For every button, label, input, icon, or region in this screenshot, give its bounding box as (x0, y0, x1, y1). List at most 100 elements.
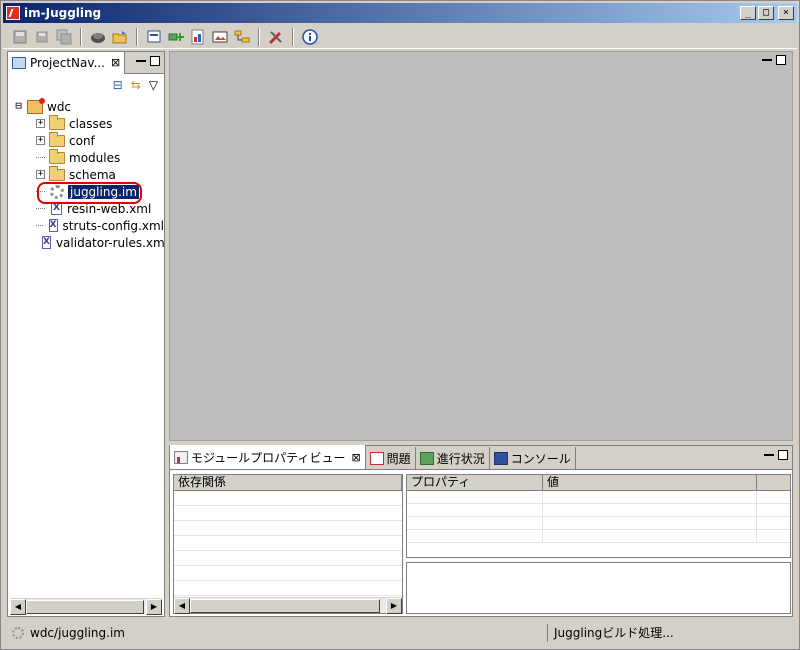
expand-toggle[interactable]: + (36, 136, 45, 145)
tab-progress[interactable]: 進行状況 (416, 447, 490, 469)
tree-item-classes[interactable]: + classes (8, 114, 164, 132)
add-module-icon[interactable] (167, 28, 185, 46)
collapse-toggle[interactable]: ⊟ (14, 100, 23, 111)
expand-toggle[interactable]: + (36, 119, 45, 128)
expand-toggle[interactable]: + (36, 170, 45, 179)
app-logo-icon (6, 6, 20, 20)
link-editor-icon[interactable]: ⇆ (131, 78, 141, 92)
panel-window-controls (136, 56, 160, 66)
view-tab-bar: モジュールプロパティビュー ⊠ 問題 進行状況 コンソール (170, 445, 792, 470)
problems-icon (369, 451, 384, 465)
column-header-value[interactable]: 値 (543, 475, 757, 490)
collapse-all-icon[interactable]: ⊟ (113, 78, 123, 92)
minimize-view-button[interactable] (764, 450, 774, 456)
scroll-left-button[interactable]: ◀ (174, 597, 190, 614)
title-bar[interactable]: im-Juggling _ □ × (3, 3, 797, 23)
table-header: プロパティ 値 (407, 475, 790, 491)
folder-icon (49, 165, 65, 181)
table-row (174, 536, 402, 551)
dependency-table[interactable]: 依存関係 ◀ ▶ (173, 474, 403, 614)
navigator-icon (12, 56, 26, 69)
navigator-toolbar: ⊟ ⇆ ▽ (8, 74, 164, 96)
close-tab-icon[interactable]: ⊠ (111, 56, 120, 69)
project-tree: ⊟ wdc + classes + conf modules + schema … (8, 96, 164, 251)
minimize-editor-button[interactable] (762, 55, 772, 61)
minimize-panel-button[interactable] (136, 56, 146, 62)
tree-item-schema[interactable]: + schema (8, 165, 164, 183)
server-icon[interactable] (89, 28, 107, 46)
save-as-icon[interactable] (33, 28, 51, 46)
tab-project-navigator[interactable]: ProjectNav... ⊠ (8, 51, 126, 74)
maximize-editor-button[interactable] (776, 55, 786, 65)
column-header-dependency[interactable]: 依存関係 (174, 475, 402, 490)
tree-item-resin-web-xml[interactable]: X resin-web.xml (8, 200, 164, 217)
tab-problems[interactable]: 問題 (366, 447, 416, 469)
table-row (174, 521, 402, 536)
progress-icon (419, 451, 434, 465)
column-header-filler (757, 475, 790, 490)
property-description-area[interactable] (406, 562, 791, 614)
window-title: im-Juggling (24, 6, 102, 20)
module-properties-icon (174, 450, 188, 464)
tab-console[interactable]: コンソール (490, 447, 576, 469)
dependency-horizontal-scrollbar[interactable]: ◀ ▶ (174, 597, 402, 614)
project-icon (27, 97, 45, 114)
tree-item-label: modules (69, 150, 121, 165)
toolbar-separator (136, 27, 138, 46)
tab-label: 問題 (386, 451, 411, 466)
status-job[interactable]: Jugglingビルド処理... (547, 624, 797, 642)
property-table[interactable]: プロパティ 値 (406, 474, 791, 558)
close-button[interactable]: × (778, 6, 794, 20)
tree-item-label: conf (69, 133, 95, 148)
scroll-right-button[interactable]: ▶ (386, 597, 402, 614)
tab-module-properties[interactable]: モジュールプロパティビュー ⊠ (170, 445, 366, 469)
gear-icon (12, 627, 24, 639)
app-window: im-Juggling _ □ × ProjectNav... ⊠ ⊟ ⇆ ▽ … (0, 0, 800, 650)
tree-line (36, 191, 45, 192)
view-window-controls (764, 450, 788, 460)
tools-icon[interactable] (267, 28, 285, 46)
tree-item-struts-config-xml[interactable]: X struts-config.xml (8, 217, 164, 234)
save-icon[interactable] (11, 28, 29, 46)
table-row (174, 581, 402, 596)
image-icon[interactable] (211, 28, 229, 46)
column-header-property[interactable]: プロパティ (407, 475, 543, 490)
save-all-icon[interactable] (55, 28, 73, 46)
minimize-button[interactable]: _ (740, 6, 756, 20)
status-bar: wdc/juggling.im Jugglingビルド処理... (3, 621, 797, 645)
console-icon (493, 451, 508, 465)
table-row (174, 566, 402, 581)
tab-label: 進行状況 (436, 451, 485, 466)
maximize-view-button[interactable] (778, 450, 788, 460)
tree-item-conf[interactable]: + conf (8, 131, 164, 149)
properties-icon[interactable] (189, 28, 207, 46)
tree-item-juggling-im[interactable]: juggling.im (8, 183, 164, 200)
editor-area (169, 51, 793, 441)
navigator-horizontal-scrollbar[interactable]: ◀ ▶ (10, 598, 162, 615)
tree-item-wdc[interactable]: ⊟ wdc (8, 97, 164, 115)
maximize-button[interactable]: □ (758, 6, 774, 20)
status-path: wdc/juggling.im (30, 626, 125, 640)
tab-label: モジュールプロパティビュー (191, 450, 346, 465)
table-row (174, 551, 402, 566)
tree-item-modules[interactable]: modules (8, 148, 164, 166)
scroll-right-button[interactable]: ▶ (146, 598, 162, 615)
info-icon[interactable] (301, 28, 319, 46)
scroll-thumb[interactable] (190, 598, 380, 613)
open-folder-icon[interactable] (111, 28, 129, 46)
maximize-panel-button[interactable] (150, 56, 160, 66)
folder-icon (49, 131, 65, 147)
tree-line (36, 225, 43, 226)
xml-file-icon: X (42, 236, 51, 249)
scroll-left-button[interactable]: ◀ (10, 598, 26, 615)
main-toolbar (3, 25, 797, 49)
module-icon[interactable] (145, 28, 163, 46)
close-tab-icon[interactable]: ⊠ (351, 451, 360, 464)
hierarchy-icon[interactable] (233, 28, 251, 46)
tree-line (36, 157, 45, 158)
scroll-thumb[interactable] (26, 599, 144, 614)
tree-item-validator-rules-xml[interactable]: X validator-rules.xml (8, 234, 164, 251)
xml-file-icon: X (48, 219, 58, 232)
editor-window-controls (762, 55, 786, 65)
view-menu-icon[interactable]: ▽ (149, 78, 158, 92)
